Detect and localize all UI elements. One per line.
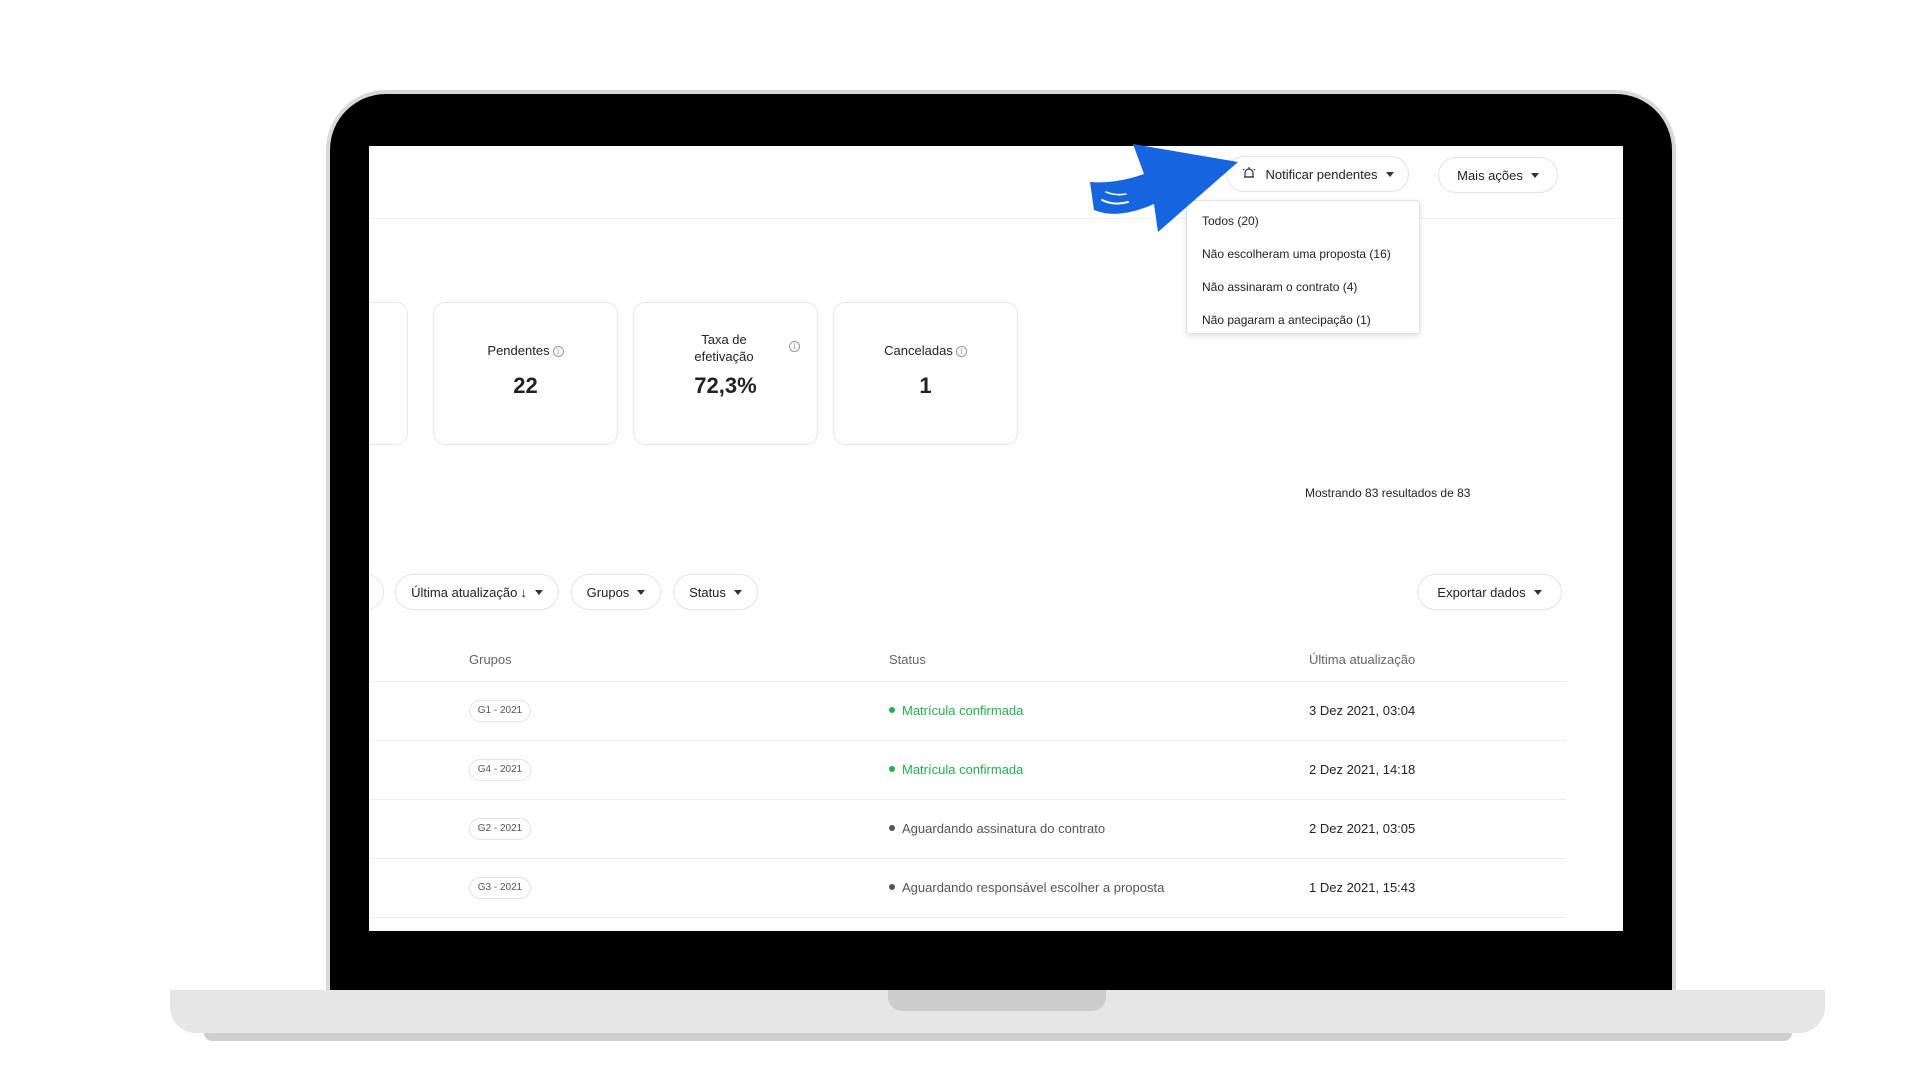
info-icon[interactable]: i (552, 346, 564, 357)
notify-pending-button[interactable]: Notificar pendentes (1226, 156, 1409, 192)
info-icon[interactable]: i (955, 346, 967, 357)
last-update-cell: 2 Dez 2021, 03:05 (1309, 821, 1416, 836)
status-dot-icon (889, 825, 895, 831)
chevron-down-icon (1530, 172, 1539, 178)
app-screen: Notificar pendentes Mais ações Todos (20… (369, 146, 1623, 931)
status-dot-icon (889, 884, 895, 890)
menu-item-no-contract[interactable]: Não assinaram o contrato (4) (1202, 280, 1357, 294)
more-actions-button[interactable]: Mais ações (1438, 157, 1558, 193)
notify-pending-label: Notificar pendentes (1265, 166, 1378, 182)
last-update-cell: 1 Dez 2021, 15:43 (1309, 880, 1416, 895)
info-icon[interactable]: i (789, 341, 800, 352)
menu-item-no-proposal[interactable]: Não escolheram uma proposta (16) (1202, 247, 1391, 261)
status-cell: Matrícula confirmada (889, 703, 1023, 718)
group-chip: G4 - 2021 (469, 759, 531, 781)
row-divider (369, 858, 1566, 859)
status-text: Matrícula confirmada (902, 762, 1024, 777)
status-cell: Matrícula confirmada (889, 762, 1023, 777)
bell-icon (1241, 166, 1257, 182)
group-chip: G1 - 2021 (469, 700, 531, 722)
stat-value-pending: 22 (513, 373, 538, 398)
menu-item-no-payment[interactable]: Não pagaram a antecipação (1) (1202, 313, 1371, 327)
filter-status-button[interactable]: Status (673, 574, 758, 610)
filter-partial[interactable] (369, 574, 384, 610)
chevron-down-icon (1385, 171, 1394, 177)
stat-card-partial (369, 302, 408, 445)
stat-label-rate-line2: efetivação (694, 349, 754, 364)
stat-label-cancelled: Canceladas i (834, 343, 1017, 358)
filter-groups-button[interactable]: Grupos (571, 574, 661, 610)
pointer-arrow-icon (1090, 144, 1238, 232)
export-data-label: Exportar dados (1437, 584, 1526, 600)
stat-label-pending-text: Pendentes (487, 343, 550, 358)
filter-status-label: Status (689, 584, 726, 600)
column-header-groups[interactable]: Grupos (469, 652, 512, 667)
chevron-down-icon (1533, 589, 1542, 595)
chevron-down-icon (637, 589, 646, 595)
stat-label-cancelled-text: Canceladas (884, 343, 953, 358)
stat-label-rate-line1: Taxa de (701, 332, 747, 347)
stat-card-cancelled: Canceladas i 1 (833, 302, 1018, 445)
group-chip: G3 - 2021 (469, 877, 531, 899)
column-header-status[interactable]: Status (889, 652, 926, 667)
status-dot-icon (889, 707, 895, 713)
last-update-cell: 3 Dez 2021, 03:04 (1309, 703, 1416, 718)
stat-card-conversion-rate: Taxa de efetivação i 72,3% (633, 302, 818, 445)
laptop-notch (888, 990, 1106, 1011)
chevron-down-icon (733, 589, 742, 595)
row-divider (369, 799, 1566, 800)
chevron-down-icon (534, 589, 543, 595)
sort-last-update-button[interactable]: Última atualização ↓ (395, 574, 559, 610)
stat-card-pending: Pendentes i 22 (433, 302, 618, 445)
row-divider (369, 681, 1566, 682)
row-divider (369, 917, 1566, 918)
results-count: Mostrando 83 resultados de 83 (1305, 486, 1471, 500)
status-dot-icon (889, 766, 895, 772)
sort-desc-icon: ↓ (520, 584, 527, 600)
export-data-button[interactable]: Exportar dados (1417, 574, 1562, 610)
status-text: Matrícula confirmada (902, 703, 1024, 718)
status-text: Aguardando assinatura do contrato (902, 821, 1106, 836)
row-divider (369, 740, 1566, 741)
stat-label-pending: Pendentes i (434, 343, 617, 358)
more-actions-label: Mais ações (1457, 167, 1523, 183)
group-chip: G2 - 2021 (469, 818, 531, 840)
stat-value-rate: 72,3% (694, 373, 757, 398)
status-text: Aguardando responsável escolher a propos… (902, 880, 1165, 895)
status-cell: Aguardando assinatura do contrato (889, 821, 1105, 836)
filter-groups-label: Grupos (586, 584, 630, 600)
header-divider (369, 218, 1623, 219)
laptop-base-shadow (204, 1033, 1792, 1041)
last-update-cell: 2 Dez 2021, 14:18 (1309, 762, 1416, 777)
status-cell: Aguardando responsável escolher a propos… (889, 880, 1164, 895)
sort-last-update-label: Última atualização (411, 584, 518, 600)
column-header-last-update[interactable]: Última atualização (1309, 652, 1415, 667)
stat-label-rate: Taxa de efetivação (674, 331, 774, 365)
stat-value-cancelled: 1 (919, 373, 932, 398)
